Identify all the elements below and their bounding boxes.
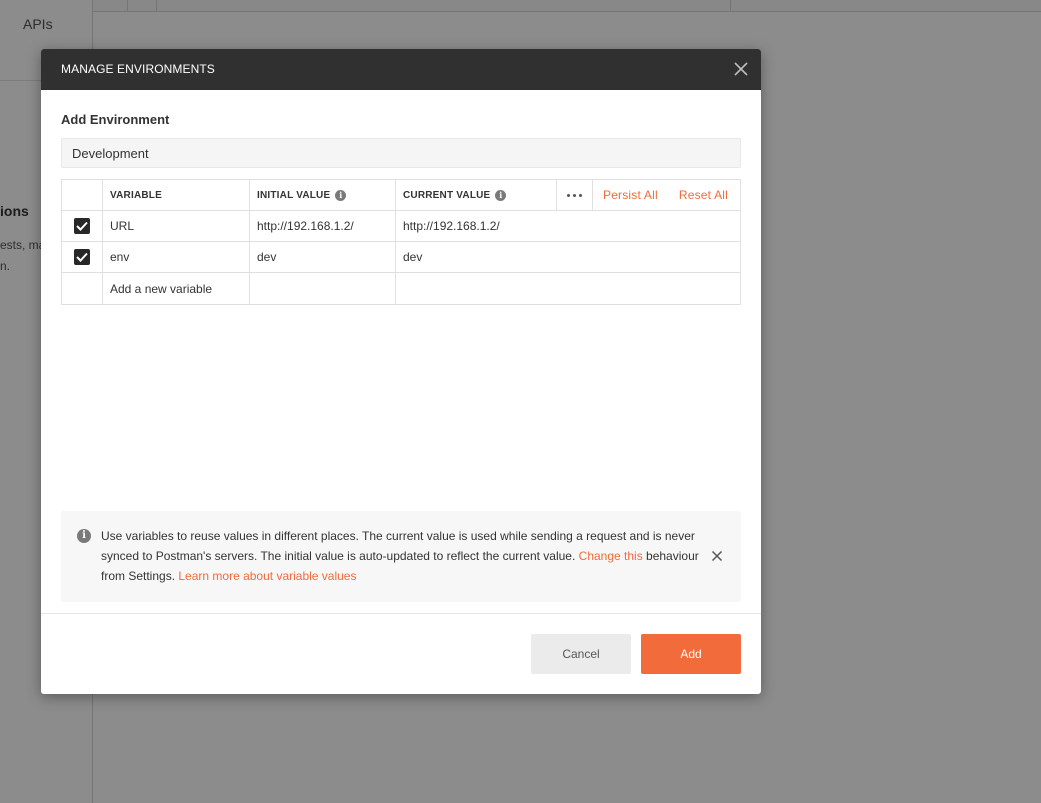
- modal-header: MANAGE ENVIRONMENTS: [41, 49, 761, 90]
- variable-cell[interactable]: URL: [103, 211, 250, 241]
- cancel-button[interactable]: Cancel: [531, 634, 631, 674]
- row-check-cell: [62, 273, 103, 304]
- header-current-value-label: CURRENT VALUE: [403, 189, 491, 201]
- row-enabled-checkbox[interactable]: [74, 249, 90, 265]
- header-variable: VARIABLE: [103, 180, 250, 210]
- header-initial-value: INITIAL VALUE i: [250, 180, 396, 210]
- change-this-link[interactable]: Change this: [579, 549, 643, 563]
- environment-name-input[interactable]: [61, 138, 741, 168]
- reset-all-button[interactable]: Reset All: [679, 188, 728, 202]
- info-icon: i: [77, 529, 91, 543]
- info-text: Use variables to reuse values in differe…: [101, 526, 701, 586]
- row-check-cell: [62, 242, 103, 272]
- check-icon: [76, 252, 88, 262]
- header-variable-label: VARIABLE: [110, 189, 162, 201]
- current-value-cell[interactable]: http://192.168.1.2/: [396, 211, 742, 241]
- table-header-actions: Persist All Reset All: [555, 180, 742, 210]
- table-row: URL http://192.168.1.2/ http://192.168.1…: [62, 211, 740, 242]
- variables-table: VARIABLE INITIAL VALUE i CURRENT VALUE i…: [61, 179, 741, 305]
- row-enabled-checkbox[interactable]: [74, 218, 90, 234]
- current-value-cell[interactable]: dev: [396, 242, 742, 272]
- add-button[interactable]: Add: [641, 634, 741, 674]
- header-current-value: CURRENT VALUE i Persist All Reset All: [396, 180, 742, 210]
- variables-info-banner: i Use variables to reuse values in diffe…: [61, 511, 741, 602]
- initial-value-cell[interactable]: http://192.168.1.2/: [250, 211, 396, 241]
- header-initial-value-label: INITIAL VALUE: [257, 189, 331, 201]
- persist-all-button[interactable]: Persist All: [603, 188, 658, 202]
- new-initial-value-cell[interactable]: [250, 273, 396, 304]
- table-header-row: VARIABLE INITIAL VALUE i CURRENT VALUE i…: [62, 180, 740, 211]
- variable-cell[interactable]: env: [103, 242, 250, 272]
- learn-more-link[interactable]: Learn more about variable values: [178, 569, 356, 583]
- table-row-new: Add a new variable: [62, 273, 740, 304]
- add-environment-label: Add Environment: [61, 112, 170, 127]
- footer-divider: [41, 613, 761, 614]
- close-icon[interactable]: [711, 550, 723, 562]
- new-variable-input[interactable]: Add a new variable: [103, 273, 250, 304]
- info-icon[interactable]: i: [495, 189, 507, 201]
- table-row: env dev dev: [62, 242, 740, 273]
- more-horizontal-icon[interactable]: [555, 180, 593, 210]
- modal-title: MANAGE ENVIRONMENTS: [61, 62, 215, 76]
- close-icon[interactable]: [734, 62, 748, 76]
- header-check-cell: [62, 180, 103, 210]
- check-icon: [76, 221, 88, 231]
- row-check-cell: [62, 211, 103, 241]
- manage-environments-modal: MANAGE ENVIRONMENTS Add Environment VARI…: [41, 49, 761, 694]
- info-icon[interactable]: i: [335, 189, 347, 201]
- initial-value-cell[interactable]: dev: [250, 242, 396, 272]
- new-current-value-cell[interactable]: [396, 273, 742, 304]
